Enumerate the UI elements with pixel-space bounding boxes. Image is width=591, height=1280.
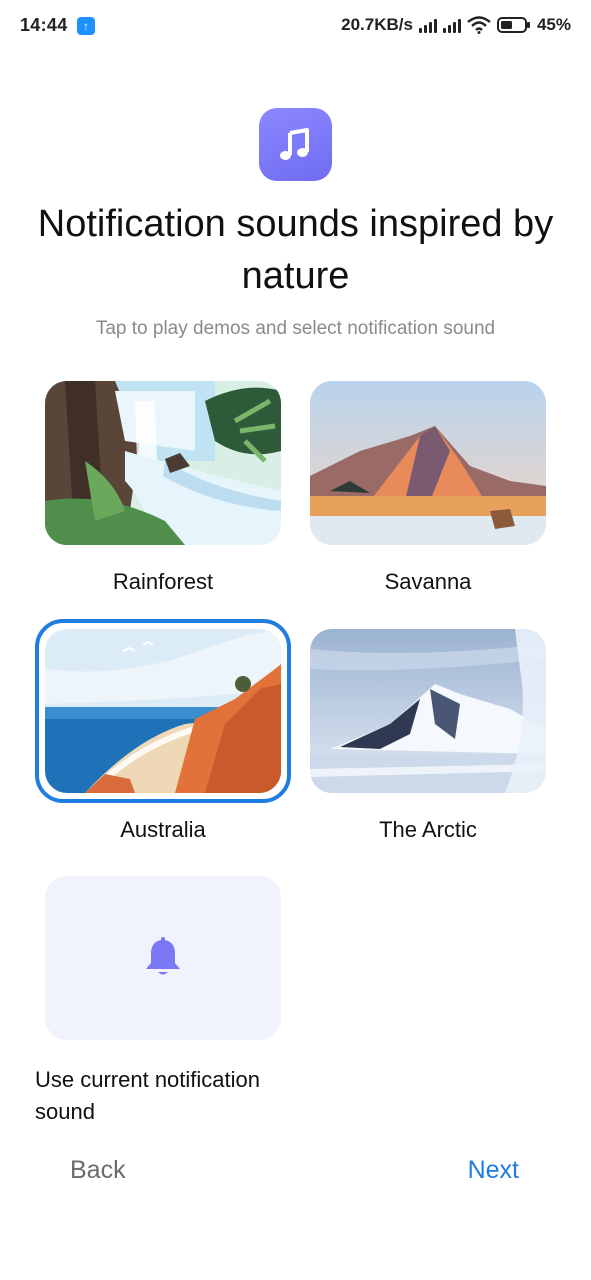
network-speed: 20.7KB/s xyxy=(341,15,413,34)
status-bar: 14:44 ↑ 20.7KB/s 45% xyxy=(0,0,591,54)
signal-icon xyxy=(418,17,437,33)
option-australia-label: Australia xyxy=(120,817,206,842)
back-button[interactable]: Back xyxy=(70,1156,126,1185)
option-current-sound-card[interactable] xyxy=(45,876,281,1040)
option-arctic-label: The Arctic xyxy=(379,817,477,842)
option-australia-card[interactable] xyxy=(45,629,281,793)
wifi-icon xyxy=(467,16,491,34)
savanna-illustration xyxy=(310,381,546,545)
option-savanna-card[interactable] xyxy=(310,381,546,545)
option-savanna-label: Savanna xyxy=(384,569,472,594)
upload-icon: ↑ xyxy=(77,17,95,35)
page-subtitle: Tap to play demos and select notificatio… xyxy=(95,318,496,339)
next-button[interactable]: Next xyxy=(468,1156,519,1185)
battery-icon xyxy=(496,16,531,34)
rainforest-illustration xyxy=(45,381,281,545)
signal-icon-2 xyxy=(442,17,461,33)
bell-icon xyxy=(146,937,180,975)
page-title: Notification sounds inspired by nature xyxy=(37,203,554,297)
battery-percent: 45% xyxy=(536,15,571,34)
australia-illustration xyxy=(45,629,281,793)
option-current-sound-label: Use current notification sound xyxy=(35,1067,260,1124)
music-note-icon xyxy=(259,108,332,181)
option-rainforest-card[interactable] xyxy=(45,381,281,545)
status-right: 20.7KB/s 45% xyxy=(341,15,571,35)
arctic-illustration xyxy=(310,629,546,793)
option-rainforest-label: Rainforest xyxy=(112,569,214,594)
option-arctic-card[interactable] xyxy=(310,629,546,793)
status-time: 14:44 xyxy=(20,15,68,35)
